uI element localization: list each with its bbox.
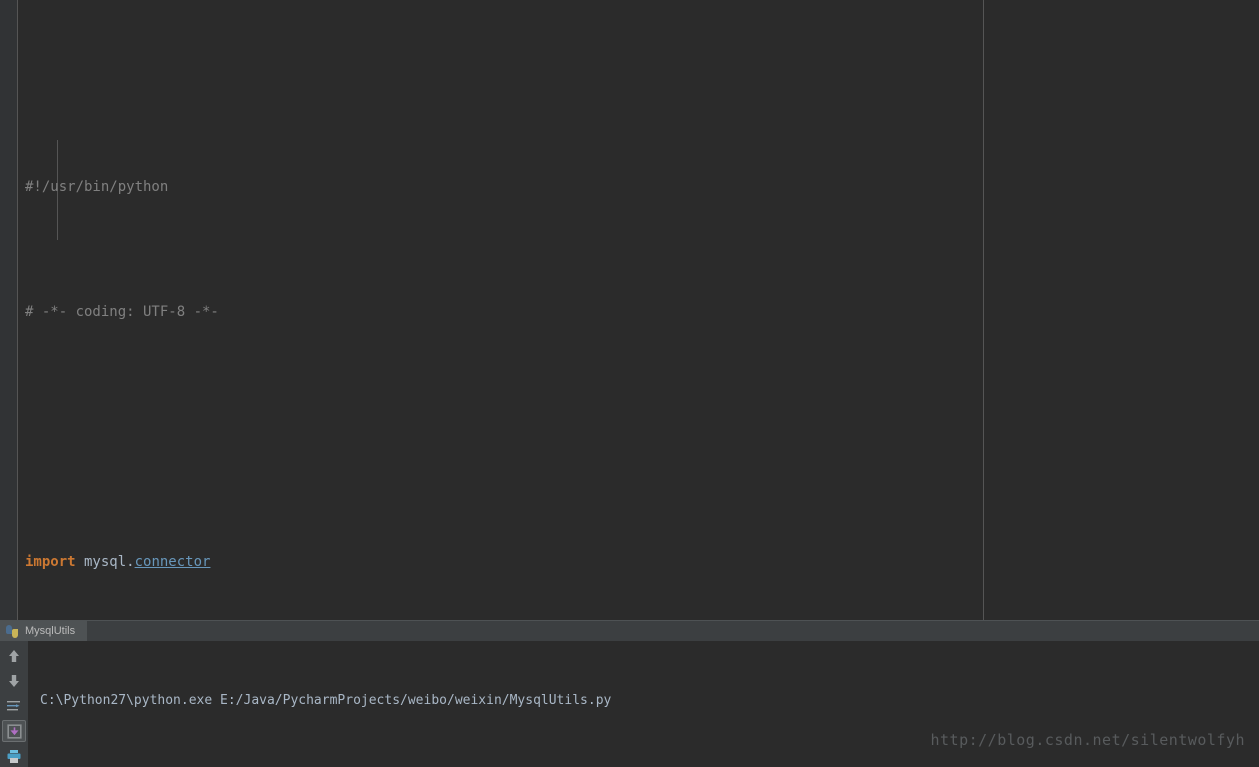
down-arrow-icon[interactable]: [2, 670, 26, 692]
scroll-to-end-icon[interactable]: [2, 720, 26, 742]
code-editor-pane[interactable]: #!/usr/bin/python # -*- coding: UTF-8 -*…: [0, 0, 1259, 620]
soft-wrap-icon[interactable]: [2, 695, 26, 717]
print-icon[interactable]: [2, 745, 26, 767]
code-line-blank[interactable]: [19, 425, 1259, 450]
code-line[interactable]: import mysql.connector: [19, 550, 1259, 575]
editor-gutter[interactable]: [0, 0, 18, 620]
up-arrow-icon[interactable]: [2, 645, 26, 667]
comment-coding: # -*- coding: UTF-8 -*-: [25, 304, 219, 320]
module-mysql: mysql.: [75, 554, 135, 570]
code-line[interactable]: # -*- coding: UTF-8 -*-: [19, 300, 1259, 325]
run-tab-mysqlutils[interactable]: MysqlUtils: [0, 621, 88, 641]
run-tab-label: MysqlUtils: [25, 625, 76, 637]
code-line[interactable]: #!/usr/bin/python: [19, 175, 1259, 200]
console-line-result: [(1, u'getusercumulate', u'2015', 0, 0, …: [40, 761, 1259, 763]
comment-shebang: #!/usr/bin/python: [25, 179, 169, 195]
run-tab-bar[interactable]: MysqlUtils: [0, 621, 1259, 642]
python-file-icon: [6, 624, 19, 638]
console-output[interactable]: C:\Python27\python.exe E:/Java/PycharmPr…: [28, 641, 1259, 763]
code-text-area[interactable]: #!/usr/bin/python # -*- coding: UTF-8 -*…: [19, 0, 1259, 620]
console-toolbar[interactable]: [0, 641, 28, 767]
keyword-import: import: [25, 554, 76, 570]
module-connector-link[interactable]: connector: [135, 554, 211, 570]
console-line-command: C:\Python27\python.exe E:/Java/PycharmPr…: [40, 693, 612, 708]
run-tool-window[interactable]: MysqlUtils C:\Python27\python.exe E:/Jav…: [0, 620, 1259, 767]
